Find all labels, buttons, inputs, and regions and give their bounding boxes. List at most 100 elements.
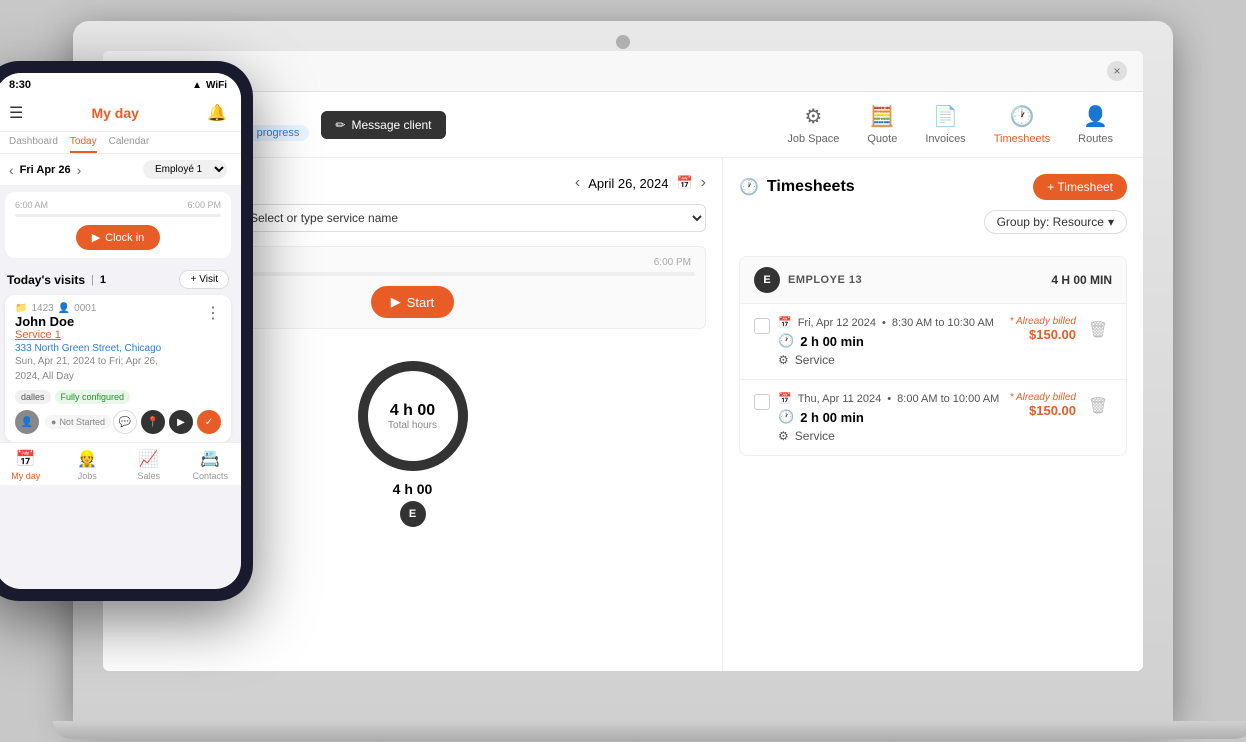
date-prev-button[interactable]: ‹ <box>575 174 580 192</box>
tab-routes[interactable]: 👤 Routes <box>1078 104 1113 145</box>
entry-1-content: 📅 Fri, Apr 12 2024 • 8:30 AM to 10:30 AM… <box>778 316 1002 367</box>
play-action-btn[interactable]: ▶ <box>169 410 193 434</box>
clockin-button[interactable]: ▶ Clock in <box>76 225 161 250</box>
phone-tab-calendar[interactable]: Calendar <box>109 136 150 153</box>
timesheet-entry-2: 📅 Thu, Apr 11 2024 • 8:00 AM to 10:00 AM… <box>740 379 1126 455</box>
visits-separator: | <box>91 274 94 286</box>
jobs-label: Jobs <box>78 471 97 481</box>
jobs-icon: 👷 <box>77 449 97 469</box>
add-timesheet-button[interactable]: + Timesheet <box>1033 174 1127 200</box>
visit-tag-dalles: dalles <box>15 390 51 404</box>
tab-quote[interactable]: 🧮 Quote <box>867 104 897 145</box>
visit-tags: dalles Fully configured <box>15 390 221 404</box>
entry-2-content: 📅 Thu, Apr 11 2024 • 8:00 AM to 10:00 AM… <box>778 392 1002 443</box>
entry-2-delete-button[interactable]: 🗑 <box>1084 392 1112 420</box>
tab-quote-label: Quote <box>867 133 897 145</box>
bell-icon[interactable]: 🔔 <box>207 103 227 123</box>
tab-invoices[interactable]: 📄 Invoices <box>925 104 965 145</box>
donut-chart: 4 h 00 Total hours <box>358 361 468 471</box>
service-icon-1: ⚙ <box>778 353 789 367</box>
visit-action-icons: 💬 📍 ▶ ✓ <box>113 410 221 434</box>
chevron-down-icon: ▾ <box>1108 215 1114 229</box>
visits-title: Today's visits <box>7 273 85 287</box>
calendar-icon-2: 📅 <box>778 392 792 405</box>
phone-employee-select[interactable]: Employé 1 <box>143 160 227 179</box>
folder-small-icon: 📁 <box>15 303 27 314</box>
entry-2-service-text: Service <box>795 429 835 443</box>
message-btn-label: Message client <box>351 118 431 132</box>
entry-2-checkbox[interactable] <box>754 394 770 410</box>
entry-1-service: ⚙ Service <box>778 353 1002 367</box>
group-by-select[interactable]: Group by: Resource ▾ <box>984 210 1127 234</box>
phone-tab-contacts[interactable]: 📇 Contacts <box>180 449 242 481</box>
phone-screen: 8:30 ▲ WiFi ☰ My day 🔔 Dashboard Today <box>0 73 241 589</box>
contacts-label: Contacts <box>192 471 228 481</box>
tab-job-space[interactable]: ⚙ Job Space <box>787 104 839 145</box>
chat-action-btn[interactable]: 💬 <box>113 410 137 434</box>
timesheets-icon: 🕐 <box>1009 104 1034 129</box>
phone-tab-dashboard[interactable]: Dashboard <box>9 136 58 153</box>
entry-2-duration-text: 2 h 00 min <box>800 410 864 425</box>
visit-service-name: Service 1 <box>15 329 161 341</box>
entry-2-amount: $150.00 <box>1010 403 1076 418</box>
emp-total-time: 4 H 00 MIN <box>1051 273 1112 287</box>
nav-tabs: ⚙ Job Space 🧮 Quote 📄 Invoices <box>787 104 1123 145</box>
visit-worker-count: 0001 <box>74 303 96 314</box>
entry-1-delete-button[interactable]: 🗑 <box>1084 316 1112 344</box>
more-options-icon[interactable]: ⋮ <box>205 303 221 323</box>
start-play-icon: ▶ <box>391 294 401 310</box>
date-next-btn[interactable]: › <box>77 162 82 178</box>
visit-date-extra: 2024, All Day <box>15 371 161 382</box>
phone-tab-my-day[interactable]: 📅 My day <box>0 449 57 481</box>
date-next-button[interactable]: › <box>701 174 706 192</box>
status-dot-icon: ● <box>51 417 56 427</box>
laptop-wrapper: 8:30 ▲ WiFi ☰ My day 🔔 Dashboard Today <box>73 21 1173 721</box>
check-action-btn[interactable]: ✓ <box>197 410 221 434</box>
phone-shell: 8:30 ▲ WiFi ☰ My day 🔔 Dashboard Today <box>0 61 253 601</box>
entry-1-duration-text: 2 h 00 min <box>800 334 864 349</box>
play-icon: ▶ <box>92 231 100 244</box>
timeline-start-label: 6:00 AM <box>15 200 48 210</box>
visit-status-pill: ● Not Started <box>45 415 111 429</box>
visit-client-name: John Doe <box>15 314 161 329</box>
tab-timesheets[interactable]: 🕐 Timesheets <box>994 104 1050 145</box>
message-client-button[interactable]: ✏ Message client <box>321 111 445 139</box>
visit-job-info: 📁 1423 👤 0001 John Doe Service 1 333 Nor… <box>15 303 161 386</box>
laptop-screen: No 1385 John Doe × 📁 John Doe No <box>103 51 1143 671</box>
routes-icon: 👤 <box>1083 104 1108 129</box>
clock-icon-1: 🕐 <box>778 333 794 349</box>
service-filter-select[interactable]: Select or type service name <box>235 204 706 232</box>
entry-1-checkbox[interactable] <box>754 318 770 334</box>
entry-2-billing: * Already billed $150.00 <box>1010 392 1076 418</box>
add-visit-button[interactable]: + Visit <box>179 270 229 289</box>
laptop-base <box>53 721 1246 739</box>
sales-label: Sales <box>137 471 160 481</box>
start-button[interactable]: ▶ Start <box>371 286 454 318</box>
job-space-icon: ⚙ <box>804 104 822 129</box>
phone-tab-jobs[interactable]: 👷 Jobs <box>57 449 119 481</box>
phone-date-bar: ‹ Fri Apr 26 › Employé 1 <box>0 154 241 186</box>
phone-header: ☰ My day 🔔 <box>0 95 241 132</box>
entry-2-service: ⚙ Service <box>778 429 1002 443</box>
tab-job-space-label: Job Space <box>787 133 839 145</box>
window-close-button[interactable]: × <box>1107 61 1127 81</box>
chart-label: Total hours <box>388 420 437 431</box>
phone-tab-sales[interactable]: 📈 Sales <box>118 449 180 481</box>
phone-tab-today[interactable]: Today <box>70 136 97 153</box>
location-action-btn[interactable]: 📍 <box>141 410 165 434</box>
message-icon: ✏ <box>335 118 345 132</box>
timesheets-header: 🕐 Timesheets + Timesheet <box>739 174 1127 200</box>
hamburger-icon[interactable]: ☰ <box>9 103 23 123</box>
laptop-camera <box>616 35 630 49</box>
phone-timeline: 6:00 AM 6:00 PM ▶ Clock in <box>5 192 231 258</box>
phone-date-label: Fri Apr 26 <box>20 164 71 176</box>
phone-header-title: My day <box>91 105 138 121</box>
entry-1-date: 📅 Fri, Apr 12 2024 • 8:30 AM to 10:30 AM <box>778 316 1002 329</box>
entry-1-service-text: Service <box>795 353 835 367</box>
entry-2-time-range: 8:00 AM to 10:00 AM <box>897 393 999 405</box>
date-navigation: ‹ April 26, 2024 📅 › <box>575 174 706 192</box>
my-day-icon: 📅 <box>16 449 36 469</box>
date-prev-btn[interactable]: ‹ <box>9 162 14 178</box>
visit-actions: 👤 ● Not Started 💬 📍 ▶ ✓ <box>15 410 221 434</box>
start-btn-label: Start <box>407 295 434 310</box>
